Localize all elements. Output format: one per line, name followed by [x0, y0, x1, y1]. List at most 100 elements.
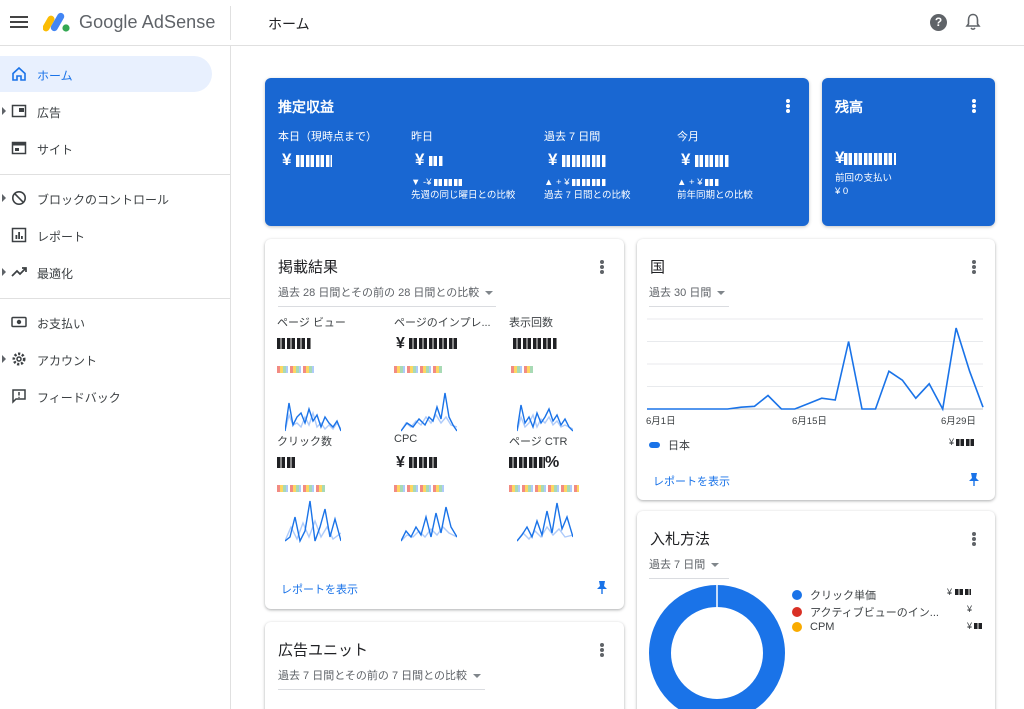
sparkline-chart: [401, 392, 457, 432]
ad-units-card: 広告ユニット 過去 7 日間とその前の 7 日間との比較: [265, 622, 624, 709]
donut-slice-cpc: [649, 585, 785, 709]
bid-donut-chart: [649, 585, 785, 709]
card-title: 入札方法: [650, 531, 711, 548]
date-range-select[interactable]: 過去 7 日間: [649, 556, 729, 579]
ads-icon: [11, 104, 27, 118]
legend-swatch: [792, 622, 802, 632]
payments-icon: [11, 316, 27, 328]
metric-value: ¥: [396, 454, 440, 472]
sidebar-item-sites[interactable]: サイト: [0, 130, 212, 166]
sidebar: ホーム 広告 サイト ブロックのコントロール レポート 最適化 お支払い アカウ…: [0, 46, 231, 709]
sidebar-item-label: ブロックのコントロール: [37, 193, 170, 207]
metric-label: ページ ビュー: [277, 317, 346, 329]
divider: [0, 298, 230, 299]
legend-item: 日本: [649, 437, 690, 453]
today-label: 本日（現時点まで）: [278, 131, 377, 143]
sparkline-chart: [517, 404, 573, 432]
sidebar-item-ads[interactable]: 広告: [0, 93, 212, 129]
legend-swatch: [792, 590, 802, 600]
sidebar-item-label: 最適化: [37, 267, 74, 281]
view-report-link[interactable]: レポートを表示: [653, 473, 730, 489]
countries-card: 国 過去 30 日間 6月1日 6月15日 6月29日 日本 ¥ レポートを表示: [637, 239, 995, 500]
gear-icon: [12, 352, 26, 366]
last-payment-value: ¥ 0: [835, 186, 849, 197]
card-title: 国: [650, 259, 666, 276]
sidebar-item-block-controls[interactable]: ブロックのコントロール: [0, 180, 212, 216]
sidebar-item-payments[interactable]: お支払い: [0, 304, 212, 340]
sidebar-item-label: レポート: [37, 230, 86, 244]
card-title: 広告ユニット: [278, 642, 369, 659]
sidebar-item-label: アカウント: [37, 354, 98, 368]
performance-card: 掲載結果 過去 28 日間とその前の 28 日間との比較 ページ ビュー ページ…: [265, 239, 624, 609]
x-tick-label: 6月15日: [792, 416, 827, 427]
divider: [230, 6, 231, 40]
balance-value: ¥: [835, 148, 897, 168]
sites-icon: [11, 141, 27, 155]
pin-icon[interactable]: [968, 472, 980, 486]
bid-types-card: 入札方法 過去 7 日間 クリック単価 ¥ アクティブビューのイン... ¥ C…: [637, 511, 995, 709]
bid-type-value: ¥: [967, 621, 985, 631]
metric-value: [513, 335, 557, 353]
date-range-select[interactable]: 過去 28 日間とその前の 28 日間との比較: [278, 284, 496, 307]
last7-comparison: ▲ + ¥ 過去 7 日間との比較: [544, 177, 631, 201]
sidebar-item-label: ホーム: [37, 69, 73, 83]
more-menu-icon[interactable]: [972, 260, 976, 274]
x-tick-label: 6月29日: [941, 416, 976, 427]
more-menu-icon[interactable]: [972, 99, 976, 113]
metric-value: [277, 335, 311, 353]
sidebar-item-home[interactable]: ホーム: [0, 56, 212, 92]
metric-value: %: [509, 454, 559, 472]
more-menu-icon[interactable]: [600, 260, 604, 274]
home-icon: [12, 66, 26, 81]
brand-name: Google AdSense: [79, 12, 216, 32]
view-report-link[interactable]: レポートを表示: [281, 581, 358, 597]
sidebar-item-reports[interactable]: レポート: [0, 217, 212, 253]
yesterday-label: 昨日: [411, 131, 433, 143]
sidebar-item-label: お支払い: [37, 317, 86, 331]
sidebar-item-account[interactable]: アカウント: [0, 341, 212, 377]
divider: [0, 174, 230, 175]
sparkline-chart: [285, 402, 341, 432]
pin-icon[interactable]: [596, 580, 608, 594]
month-comparison: ▲ + ¥ 前年同期との比較: [677, 177, 753, 201]
sparkline-chart: [401, 506, 457, 542]
bid-type-value: ¥: [947, 587, 972, 597]
sidebar-item-label: サイト: [37, 143, 74, 157]
card-title: 推定収益: [278, 99, 334, 115]
legend-swatch: [649, 442, 660, 448]
card-title: 掲載結果: [278, 259, 339, 276]
block-icon: [12, 191, 26, 205]
more-menu-icon[interactable]: [786, 99, 790, 113]
expand-caret-icon[interactable]: [2, 268, 6, 276]
sidebar-item-feedback[interactable]: フィードバック: [0, 378, 212, 414]
more-menu-icon[interactable]: [972, 532, 976, 546]
sidebar-item-label: 広告: [37, 106, 62, 120]
bid-type-label: CPM: [810, 621, 835, 633]
sidebar-item-optimization[interactable]: 最適化: [0, 254, 212, 290]
menu-icon[interactable]: [10, 13, 28, 31]
date-range-select[interactable]: 過去 7 日間とその前の 7 日間との比較: [278, 667, 485, 690]
sparkline-chart: [517, 502, 573, 542]
metric-label: CPC: [394, 433, 418, 445]
country-name: 日本: [668, 440, 690, 452]
last7-label: 過去 7 日間: [544, 131, 601, 143]
date-range-select[interactable]: 過去 30 日間: [649, 284, 729, 307]
metric-value: ¥: [396, 335, 458, 353]
card-title: 残高: [835, 99, 863, 115]
help-icon[interactable]: ?: [930, 14, 947, 31]
last7-value: ¥: [548, 150, 607, 170]
metric-value: [277, 454, 295, 472]
more-menu-icon[interactable]: [600, 643, 604, 657]
adsense-logo-icon: [43, 12, 70, 32]
bid-type-value: ¥: [967, 604, 973, 614]
expand-caret-icon[interactable]: [2, 107, 6, 115]
yesterday-value: ¥: [415, 150, 444, 170]
today-value: ¥: [282, 150, 333, 170]
estimated-earnings-card: 推定収益 本日（現時点まで） ¥ 昨日 ¥ ▼ -¥ 先週の同じ曜日との比較 過…: [265, 78, 809, 226]
expand-caret-icon[interactable]: [2, 194, 6, 202]
sidebar-item-label: フィードバック: [37, 391, 121, 405]
series-line-japan: [647, 327, 984, 412]
expand-caret-icon[interactable]: [2, 355, 6, 363]
notifications-bell-icon[interactable]: [965, 13, 981, 31]
metric-label: ページのインプレ...: [394, 317, 491, 329]
